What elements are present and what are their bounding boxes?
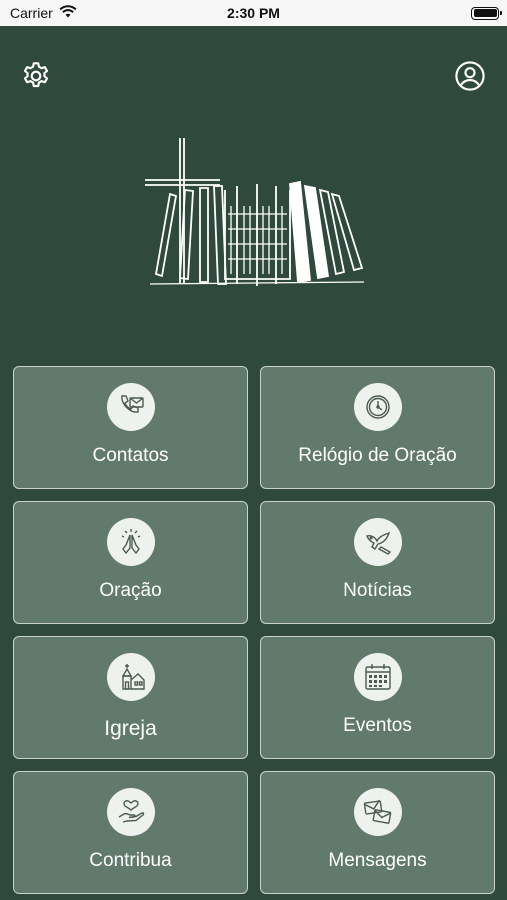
tile-label: Oração xyxy=(99,580,162,601)
menu-tile-contatos[interactable]: Contatos xyxy=(13,366,248,489)
settings-button[interactable] xyxy=(18,58,54,94)
menu-tile-eventos[interactable]: Eventos xyxy=(260,636,495,759)
battery-icon xyxy=(471,6,502,20)
menu-tile-relogio-oracao[interactable]: Relógio de Oração xyxy=(260,366,495,489)
menu-tile-mensagens[interactable]: Mensagens xyxy=(260,771,495,894)
status-left: Carrier xyxy=(10,5,77,21)
menu-tile-oracao[interactable]: Oração xyxy=(13,501,248,624)
dove-icon xyxy=(353,518,402,566)
tile-label: Contatos xyxy=(92,445,169,466)
calendar-icon xyxy=(353,653,402,701)
menu-grid: Contatos Relógio de Oração Oração Notíci… xyxy=(13,366,495,894)
profile-button[interactable] xyxy=(452,58,488,94)
tile-label: Notícias xyxy=(343,580,412,601)
phone-mail-icon xyxy=(106,383,155,431)
status-bar: Carrier 2:30 PM xyxy=(0,0,507,26)
carrier-label: Carrier xyxy=(10,5,53,21)
gear-icon xyxy=(23,62,49,88)
church-icon xyxy=(106,653,155,701)
menu-tile-noticias[interactable]: Notícias xyxy=(260,501,495,624)
church-logo xyxy=(140,134,370,294)
clock-icon xyxy=(353,383,402,431)
tile-label: Mensagens xyxy=(328,850,427,871)
tile-label: Igreja xyxy=(104,717,157,740)
user-circle-icon xyxy=(455,61,485,91)
tile-label: Eventos xyxy=(343,715,412,736)
wifi-icon xyxy=(59,5,77,21)
envelopes-icon xyxy=(353,788,402,836)
tile-label: Relógio de Oração xyxy=(298,445,457,466)
heart-hand-icon xyxy=(106,788,155,836)
praying-hands-icon xyxy=(106,518,155,566)
tile-label: Contribua xyxy=(89,850,172,871)
menu-tile-igreja[interactable]: Igreja xyxy=(13,636,248,759)
menu-tile-contribua[interactable]: Contribua xyxy=(13,771,248,894)
